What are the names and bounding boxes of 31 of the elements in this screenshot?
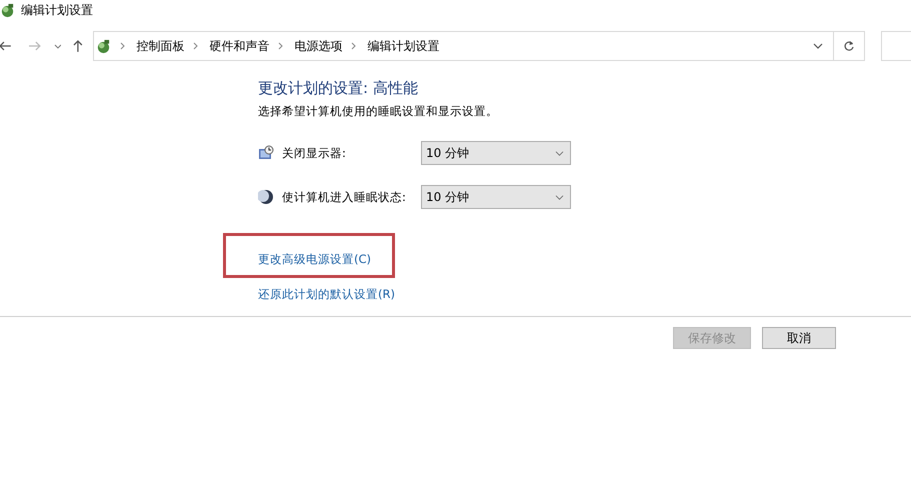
chevron-right-icon: [120, 42, 126, 50]
power-plan-icon: [96, 38, 112, 54]
chevron-down-icon: [555, 194, 564, 200]
address-bar[interactable]: 控制面板 硬件和声音 电源选项 编辑计划设置: [93, 31, 834, 61]
moon-icon: [258, 189, 274, 205]
setting-label: 关闭显示器:: [282, 146, 347, 160]
dropdown[interactable]: 10 分钟: [421, 141, 571, 165]
page-subtitle: 选择希望计算机使用的睡眠设置和显示设置。: [258, 104, 499, 119]
breadcrumb[interactable]: 控制面板: [136, 38, 184, 54]
chevron-down-icon[interactable]: [812, 42, 823, 50]
breadcrumb[interactable]: 编辑计划设置: [367, 38, 440, 54]
chevron-right-icon: [351, 42, 358, 50]
window-title: 编辑计划设置: [21, 2, 93, 18]
chevron-right-icon: [278, 42, 284, 50]
chevron-down-icon: [555, 150, 564, 156]
link[interactable]: 更改高级电源设置(C): [258, 252, 372, 266]
setting-label: 使计算机进入睡眠状态:: [282, 190, 407, 204]
monitor-clock-icon: [258, 145, 274, 161]
page-heading: 更改计划的设置: 高性能: [258, 79, 419, 98]
chevron-right-icon: [193, 42, 200, 50]
back-arrow-icon[interactable]: [0, 39, 12, 53]
chevron-down-icon[interactable]: [54, 42, 62, 50]
search-field[interactable]: [881, 31, 911, 61]
power-plan-icon: [0, 2, 15, 18]
refresh-button[interactable]: [834, 31, 866, 61]
link[interactable]: 还原此计划的默认设置(R): [258, 287, 395, 301]
refresh-icon: [843, 40, 856, 52]
dropdown[interactable]: 10 分钟: [421, 185, 571, 209]
breadcrumb[interactable]: 硬件和声音: [209, 38, 270, 54]
breadcrumb[interactable]: 电源选项: [294, 38, 342, 54]
cancel-button[interactable]: 取消: [762, 327, 836, 349]
